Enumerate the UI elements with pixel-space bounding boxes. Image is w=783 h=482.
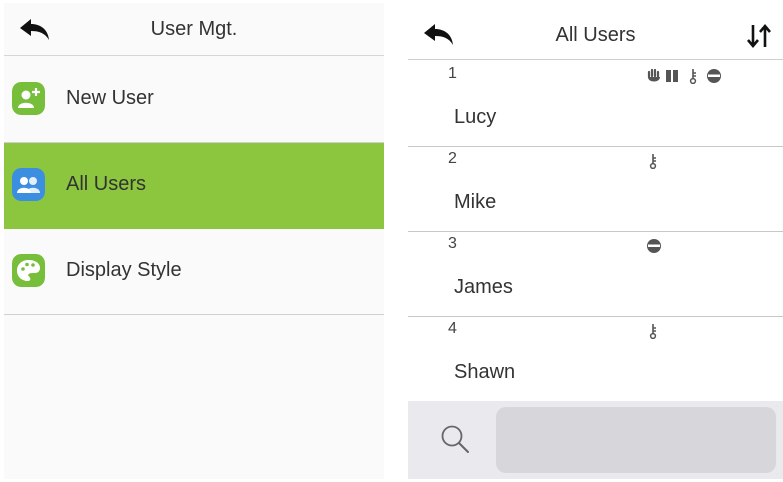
face-icon xyxy=(707,69,721,83)
key-icon xyxy=(689,69,697,84)
all-users-screen: All Users 1 Lucy 2 Mike 3 James 4 Shawn xyxy=(408,3,783,479)
add-user-icon xyxy=(12,82,45,115)
key-icon xyxy=(649,154,657,169)
user-id: 1 xyxy=(448,65,457,82)
user-row[interactable]: 1 Lucy xyxy=(408,62,783,147)
menu-item-label: All Users xyxy=(66,173,147,195)
sort-icon[interactable] xyxy=(745,23,773,49)
palette-icon xyxy=(12,254,45,287)
search-icon[interactable] xyxy=(438,422,472,456)
user-row[interactable]: 4 Shawn xyxy=(408,317,783,402)
header-bar: User Mgt. xyxy=(4,3,384,56)
user-mgt-screen: User Mgt. New User All Users Display Sty… xyxy=(4,3,384,479)
user-name: Lucy xyxy=(454,106,497,128)
palm-icon xyxy=(647,68,660,82)
search-bar xyxy=(408,401,783,479)
face-icon xyxy=(647,239,661,253)
header-bar: All Users xyxy=(408,3,783,60)
page-title: User Mgt. xyxy=(150,18,238,40)
user-id: 4 xyxy=(448,320,457,337)
user-row[interactable]: 3 James xyxy=(408,232,783,317)
users-icon xyxy=(12,168,45,201)
menu-item-new-user[interactable]: New User xyxy=(4,57,384,143)
card-icon xyxy=(666,70,678,82)
menu-item-display-style[interactable]: Display Style xyxy=(4,229,384,315)
user-id: 2 xyxy=(448,150,457,167)
user-name: James xyxy=(454,276,513,298)
user-row[interactable]: 2 Mike xyxy=(408,147,783,232)
page-title: All Users xyxy=(555,24,636,46)
user-name: Shawn xyxy=(454,361,516,383)
menu-item-label: New User xyxy=(66,87,154,109)
user-id: 3 xyxy=(448,235,457,252)
menu-item-label: Display Style xyxy=(66,259,182,281)
key-icon xyxy=(649,324,657,339)
search-input[interactable] xyxy=(496,407,776,473)
user-name: Mike xyxy=(454,191,497,213)
menu-item-all-users[interactable]: All Users xyxy=(4,143,384,229)
